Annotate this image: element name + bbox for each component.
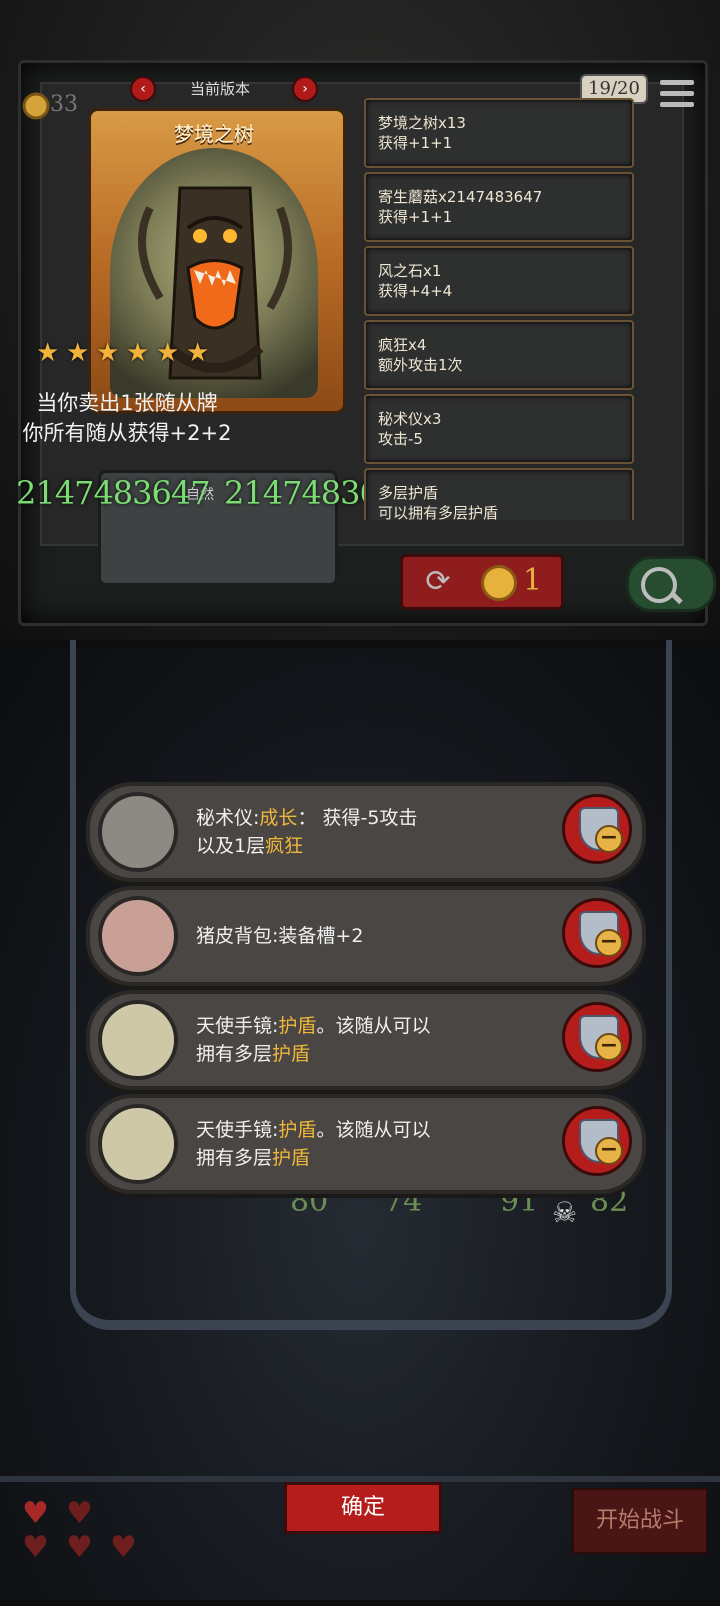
star-icon: ★ (96, 338, 120, 368)
buff-effect: 获得+1+1 (378, 208, 453, 226)
heart-icon: ♥ (22, 1496, 49, 1531)
minus-icon: − (595, 1137, 623, 1165)
equipment-text: 天使手镜:护盾。该随从可以 拥有多层护盾 (196, 1116, 516, 1172)
equipment-text: 天使手镜:护盾。该随从可以 拥有多层护盾 (196, 1012, 516, 1068)
star-icon: ★ (156, 338, 180, 368)
refresh-cost: 1 (523, 563, 543, 598)
equipment-keyword: 成长 (259, 807, 298, 829)
equipment-keyword: 护盾 (278, 1119, 317, 1141)
equipment-detail: 以及1层 (196, 835, 266, 857)
menu-icon[interactable] (660, 80, 694, 112)
start-battle-button[interactable]: 开始战斗 (572, 1488, 708, 1554)
ritual-altar-icon (98, 792, 178, 872)
prev-version-button[interactable]: ‹ (130, 76, 156, 102)
heart-icon: ♥ (22, 1530, 49, 1565)
equipment-name: 秘术仪 (196, 807, 254, 829)
equipment-keyword: 护盾 (278, 1015, 317, 1037)
refresh-shop-button[interactable]: ⟳ 1 (400, 554, 564, 610)
equipment-detail: 拥有多层 (196, 1147, 273, 1169)
remove-equipment-button[interactable]: − (562, 898, 632, 968)
equipment-name: 猪皮背包 (196, 925, 273, 947)
equipment-row: 天使手镜:护盾。该随从可以 拥有多层护盾 − (86, 1094, 646, 1194)
equipment-name: 天使手镜 (196, 1015, 273, 1037)
equipment-keyword: 护盾 (272, 1147, 311, 1169)
buff-list[interactable]: 梦境之树x13 获得+1+1 寄生蘑菇x2147483647 获得+1+1 风之… (364, 98, 634, 520)
buff-item: 风之石x1 获得+4+4 (364, 246, 634, 316)
card-description: 当你卖出1张随从牌 你所有随从获得+2+2 (14, 388, 240, 448)
star-icon: ★ (66, 338, 90, 368)
heart-icon: ♥ (110, 1530, 137, 1565)
equipment-text: 猪皮背包:装备槽+2 (196, 922, 516, 950)
buff-effect: 可以拥有多层护盾 (378, 504, 499, 520)
equipment-detail: 装备槽+2 (278, 925, 364, 947)
buff-item: 疯狂x4 额外攻击1次 (364, 320, 634, 390)
card-attack: 2147483647 (16, 474, 211, 512)
star-icon: ★ (186, 338, 210, 368)
star-icon: ★ (36, 338, 60, 368)
heart-icon: ♥ (66, 1530, 93, 1565)
star-icon: ★ (126, 338, 150, 368)
buff-item: 寄生蘑菇x2147483647 获得+1+1 (364, 172, 634, 242)
equipment-row: 秘术仪:成长： 获得-5攻击 以及1层疯狂 − (86, 782, 646, 882)
buff-item: 多层护盾 可以拥有多层护盾 (364, 468, 634, 520)
buff-item: 梦境之树x13 获得+1+1 (364, 98, 634, 168)
search-icon (641, 567, 677, 603)
refresh-icon: ⟳ (425, 564, 451, 599)
equipment-separator: ： (297, 807, 317, 829)
buff-name: 寄生蘑菇x2147483647 (378, 188, 543, 206)
angel-mirror-icon (98, 1104, 178, 1184)
buff-effect: 额外攻击1次 (378, 356, 463, 374)
equipment-detail: 。该随从可以 (316, 1015, 431, 1037)
card-description-line: 你所有随从获得+2+2 (22, 421, 232, 445)
equipment-keyword: 护盾 (272, 1043, 311, 1065)
card-description-line: 当你卖出1张随从牌 (36, 391, 218, 415)
heart-icon: ♥ (66, 1496, 93, 1531)
card-title: 梦境之树 (174, 122, 254, 146)
buff-item: 秘术仪x3 攻击-5 (364, 394, 634, 464)
equipment-row: 天使手镜:护盾。该随从可以 拥有多层护盾 − (86, 990, 646, 1090)
remove-equipment-button[interactable]: − (562, 794, 632, 864)
coin-icon (22, 92, 50, 120)
pig-backpack-icon (98, 896, 178, 976)
equipment-detail: 获得-5攻击 (322, 807, 418, 829)
equipment-keyword: 疯狂 (265, 835, 304, 857)
equipment-text: 秘术仪:成长： 获得-5攻击 以及1层疯狂 (196, 804, 516, 860)
skull-icon: ☠ (552, 1196, 578, 1229)
search-button[interactable] (626, 556, 716, 612)
star-rating: ★ ★ ★ ★ ★ ★ (36, 340, 216, 366)
minus-icon: − (595, 929, 623, 957)
equipment-detail: 。该随从可以 (316, 1119, 431, 1141)
buff-effect: 获得+4+4 (378, 282, 453, 300)
buff-name: 秘术仪x3 (378, 410, 442, 428)
buff-name: 多层护盾 (378, 484, 439, 502)
coin-icon (481, 565, 517, 601)
card-health: 2147483647 (224, 474, 370, 512)
equipment-row: 猪皮背包:装备槽+2 − (86, 886, 646, 986)
equipment-name: 天使手镜 (196, 1119, 273, 1141)
next-version-button[interactable]: › (292, 76, 318, 102)
buff-effect: 获得+1+1 (378, 134, 453, 152)
minus-icon: − (595, 825, 623, 853)
remove-equipment-button[interactable]: − (562, 1002, 632, 1072)
remove-equipment-button[interactable]: − (562, 1106, 632, 1176)
buff-effect: 攻击-5 (378, 430, 423, 448)
buff-name: 风之石x1 (378, 262, 442, 280)
coin-count: 33 (50, 92, 78, 117)
confirm-button[interactable]: 确定 (284, 1482, 442, 1534)
minus-icon: − (595, 1033, 623, 1061)
buff-name: 梦境之树x13 (378, 114, 466, 132)
buff-name: 疯狂x4 (378, 336, 427, 354)
equipment-detail: 拥有多层 (196, 1043, 273, 1065)
version-label: 当前版本 (190, 80, 251, 98)
angel-mirror-icon (98, 1000, 178, 1080)
